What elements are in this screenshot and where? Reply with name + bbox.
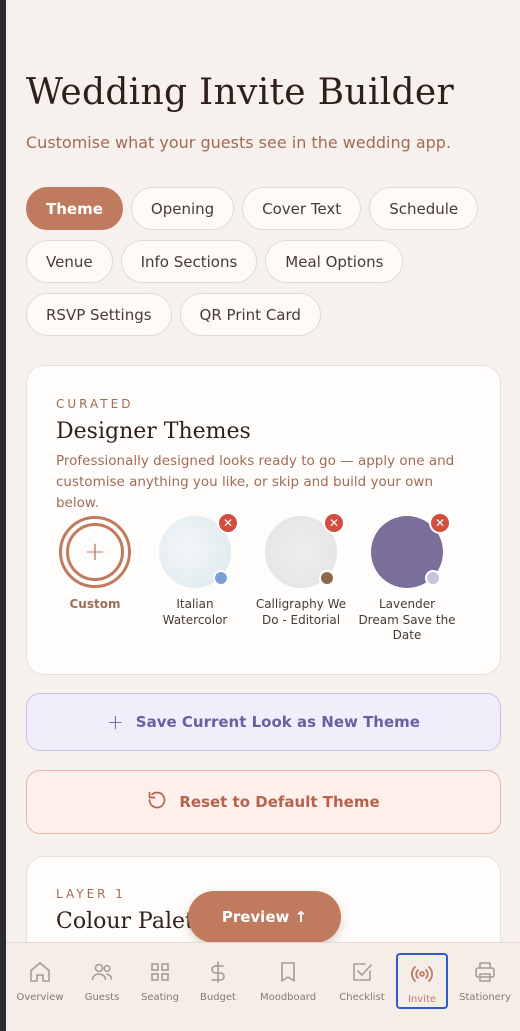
users-icon: [91, 963, 113, 981]
nav-label: Invite: [407, 994, 437, 1005]
theme-lavender-dream[interactable]: ✕ Lavender Dream Save the Date: [357, 512, 457, 644]
nav-label: Moodboard: [259, 992, 317, 1003]
nav-seating[interactable]: Seating: [132, 953, 188, 1009]
page-title: Wedding Invite Builder: [26, 72, 454, 113]
nav-overview[interactable]: Overview: [12, 953, 68, 1009]
tab-rsvp-settings[interactable]: RSVP Settings: [26, 293, 172, 336]
broadcast-icon: [411, 966, 433, 982]
bottom-nav: Overview Guests Seating Budget Moodboard…: [6, 942, 520, 1031]
preview-label: Preview ↑: [221, 908, 308, 926]
theme-label: Calligraphy We Do - Editorial: [255, 597, 347, 627]
tab-cover-text[interactable]: Cover Text: [242, 187, 362, 230]
close-icon: ✕: [434, 516, 446, 530]
accent-color-dot: [319, 570, 335, 586]
bookmark-icon: [281, 962, 295, 982]
nav-invite[interactable]: Invite: [396, 953, 448, 1009]
remove-theme-button[interactable]: ✕: [217, 512, 239, 534]
themes-eyebrow: CURATED: [56, 397, 134, 411]
printer-icon: [475, 962, 495, 982]
save-as-theme-button[interactable]: + Save Current Look as New Theme: [26, 693, 501, 751]
theme-swatch[interactable]: ✕: [159, 512, 239, 588]
nav-label: Guests: [84, 992, 120, 1003]
section-tabs: Theme Opening Cover Text Schedule Venue …: [26, 187, 506, 336]
themes-title: Designer Themes: [56, 419, 251, 444]
custom-theme-swatch[interactable]: +: [59, 516, 131, 588]
layer-eyebrow: LAYER 1: [56, 887, 126, 901]
accent-color-dot: [425, 570, 441, 586]
grid-icon: [151, 963, 169, 981]
nav-label: Checklist: [339, 992, 385, 1003]
tab-opening[interactable]: Opening: [130, 187, 235, 230]
reset-icon: [147, 790, 167, 814]
themes-description: Professionally designed looks ready to g…: [56, 453, 455, 511]
nav-label: Budget: [200, 992, 236, 1003]
tab-qr-print-card[interactable]: QR Print Card: [179, 293, 321, 336]
nav-label: Overview: [16, 992, 64, 1003]
remove-theme-button[interactable]: ✕: [429, 512, 451, 534]
invite-builder-page: Wedding Invite Builder Customise what yo…: [6, 0, 520, 1031]
tab-meal-options[interactable]: Meal Options: [265, 240, 404, 283]
page-subtitle: Customise what your guests see in the we…: [26, 133, 452, 152]
theme-custom[interactable]: + Custom: [45, 516, 145, 613]
accent-color-dot: [213, 570, 229, 586]
tab-venue[interactable]: Venue: [26, 240, 113, 283]
theme-calligraphy-editorial[interactable]: ✕ Calligraphy We Do - Editorial: [251, 512, 351, 628]
tab-info-sections[interactable]: Info Sections: [120, 240, 258, 283]
reset-theme-button[interactable]: Reset to Default Theme: [26, 770, 501, 834]
tab-theme[interactable]: Theme: [26, 187, 123, 230]
preview-button[interactable]: Preview ↑: [188, 891, 341, 943]
theme-swatch[interactable]: ✕: [265, 512, 345, 588]
nav-moodboard[interactable]: Moodboard: [260, 953, 316, 1009]
plus-icon: +: [84, 537, 106, 567]
nav-budget[interactable]: Budget: [190, 953, 246, 1009]
remove-theme-button[interactable]: ✕: [323, 512, 345, 534]
theme-swatch[interactable]: ✕: [371, 512, 451, 588]
nav-label: Seating: [140, 992, 179, 1003]
theme-italian-watercolor[interactable]: ✕ Italian Watercolor: [145, 512, 245, 628]
tab-schedule[interactable]: Schedule: [369, 187, 479, 230]
save-theme-label: Save Current Look as New Theme: [135, 713, 420, 731]
home-icon: [30, 962, 50, 982]
reset-theme-label: Reset to Default Theme: [179, 793, 380, 811]
nav-label: Stationery: [459, 992, 511, 1003]
theme-label: Custom: [69, 597, 121, 611]
designer-themes-card: CURATED Designer Themes Professionally d…: [26, 365, 501, 675]
nav-checklist[interactable]: Checklist: [334, 953, 390, 1009]
dollar-icon: [211, 961, 225, 983]
checkbox-icon: [353, 963, 372, 981]
nav-stationery[interactable]: Stationery: [457, 953, 513, 1009]
theme-label: Italian Watercolor: [162, 597, 228, 627]
theme-label: Lavender Dream Save the Date: [358, 597, 456, 642]
close-icon: ✕: [222, 516, 234, 530]
plus-icon: +: [107, 710, 124, 734]
nav-guests[interactable]: Guests: [74, 953, 130, 1009]
close-icon: ✕: [328, 516, 340, 530]
